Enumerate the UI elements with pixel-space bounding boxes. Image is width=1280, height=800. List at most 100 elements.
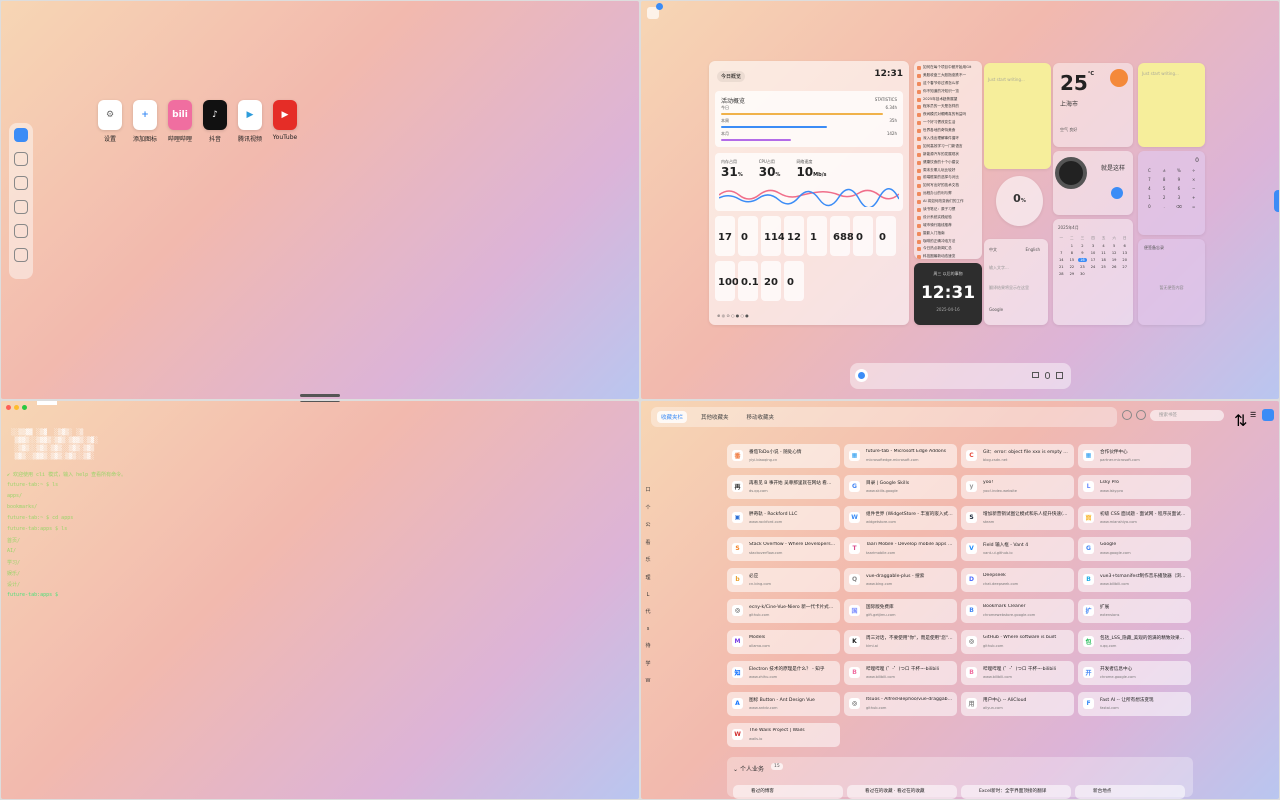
sticky-note-widget[interactable]: Just start writing...	[984, 63, 1051, 169]
personal-card[interactable]: 新台地点	[1075, 785, 1185, 799]
calculator-key[interactable]: 8	[1159, 177, 1170, 182]
calendar-date[interactable]: 14	[1057, 258, 1066, 262]
app-shortcut[interactable]: ▶ 腾讯视频	[238, 100, 262, 143]
calendar-date[interactable]: 25	[1099, 265, 1108, 269]
bilibili-icon[interactable]: bili	[168, 100, 192, 130]
sticky-note-widget-2[interactable]: Just start writing...	[1138, 63, 1205, 147]
calendar-date[interactable]: 22	[1068, 265, 1077, 269]
folder-index-item[interactable]: L	[644, 592, 652, 598]
news-item[interactable]: 城市骑行路线推荐	[914, 222, 982, 230]
bookmark-card[interactable]: W The Wails Project | Wails wails.io	[727, 723, 840, 747]
calendar-date[interactable]: 12	[1110, 251, 1119, 255]
news-item[interactable]: 如何写出好的技术文档	[914, 182, 982, 190]
calendar-date[interactable]: 21	[1057, 265, 1066, 269]
app-shortcut[interactable]: + 添加图标	[133, 100, 157, 143]
calendar-date[interactable]	[1089, 272, 1098, 276]
calendar-date[interactable]: 10	[1089, 251, 1098, 255]
calendar-date[interactable]: 16	[1078, 258, 1087, 262]
building-icon[interactable]	[14, 224, 28, 238]
calculator-key[interactable]: +	[1188, 195, 1199, 200]
bookmark-card[interactable]: ▦ 合作伙伴中心 partner.microsoft.com	[1078, 444, 1191, 468]
calendar-date[interactable]: 23	[1078, 265, 1087, 269]
bookmark-card[interactable]: C Git：error: object file xxx is empty 错误问…	[961, 444, 1074, 468]
calculator-key[interactable]: 6	[1174, 186, 1185, 191]
youtube-icon[interactable]: ▶	[273, 100, 297, 130]
bookmark-card[interactable]: Bvue3+tsmanifest制作音乐播放器（浏览器插... www.bilib…	[1078, 568, 1191, 592]
calendar-date[interactable]: 11	[1099, 251, 1108, 255]
news-item[interactable]: 健康饮食的十个小建议	[914, 159, 982, 167]
sticky-note-placeholder-2[interactable]: Just start writing...	[1138, 63, 1205, 76]
news-item[interactable]: 读书笔记：原子习惯	[914, 206, 982, 214]
app-shortcut[interactable]: bili 哔哩哔哩	[168, 100, 192, 143]
card-icon[interactable]	[14, 200, 28, 214]
app-logo-icon[interactable]	[855, 369, 868, 382]
calendar-date[interactable]: 9	[1078, 251, 1087, 255]
news-item[interactable]: 科技圈最新动态速览	[914, 253, 982, 259]
calculator-key[interactable]: 0	[1144, 204, 1155, 209]
translate-to[interactable]: English	[1026, 247, 1040, 252]
home-indicator-2[interactable]	[300, 401, 340, 402]
calendar-date[interactable]: 6	[1120, 244, 1129, 248]
folder-index-item[interactable]: 代	[644, 608, 652, 615]
bookmark-card[interactable]: y yoo! yoo!.index.website	[961, 475, 1074, 499]
news-item[interactable]: 夜间模式对眼睛真的有益吗	[914, 111, 982, 119]
calculator-key[interactable]: −	[1188, 186, 1199, 191]
news-item[interactable]: 程序员的一天是怎样的	[914, 103, 982, 111]
bookmark-card[interactable]: 国 国际版免费库 gift.getjimu.com	[844, 599, 957, 623]
bookmark-card[interactable]: M Models ollama.com	[727, 630, 840, 654]
calendar-date[interactable]: 29	[1068, 272, 1077, 276]
bookmark-card[interactable]: 再 再看见 B 事开始 吴尊那里就在网站 看到报... ds.qq.com	[727, 475, 840, 499]
calculator-key[interactable]: C	[1144, 168, 1155, 173]
settings-icon[interactable]	[1122, 410, 1132, 420]
bookmark-card[interactable]: B 哔哩哔哩 (゜-゜)つロ 干杯~-bilibili www.bilibili.c…	[844, 661, 957, 685]
grid-icon[interactable]	[1056, 372, 1063, 379]
plus-icon[interactable]: +	[133, 100, 157, 130]
calendar-date[interactable]: 24	[1089, 265, 1098, 269]
news-item[interactable]: 周末去哪儿玩比较好	[914, 167, 982, 175]
bookmark-card[interactable]: A 图标 Button - Ant Design Vue www.antdv.com	[727, 692, 840, 716]
calendar-date[interactable]: 30	[1078, 272, 1087, 276]
play-button[interactable]	[1111, 187, 1123, 199]
calendar-date[interactable]: 2	[1078, 244, 1087, 248]
personal-card[interactable]: Excel新时：全字界面顶接的翻译	[961, 785, 1071, 799]
bookmark-card[interactable]: 开 开发者信息中心 chrome.google.com	[1078, 661, 1191, 685]
bookmark-card[interactable]: ◎ GitHub · Where software is built github.…	[961, 630, 1074, 654]
calculator-key[interactable]: 5	[1159, 186, 1170, 191]
bookmark-card[interactable]: W 组件世界 (WidgetStore - 丰富的嵌入式小组... widgetst…	[844, 506, 957, 530]
app-shortcut[interactable]: ⚙ 设置	[98, 100, 122, 143]
maximize-icon[interactable]	[22, 405, 27, 410]
folder-index-item[interactable]: 乐	[644, 556, 652, 563]
folder-index-item[interactable]: W	[644, 678, 652, 684]
news-item[interactable]: 深入浅出理解事件循环	[914, 135, 982, 143]
calendar-date[interactable]: 26	[1110, 265, 1119, 269]
bottom-search-bar[interactable]	[850, 363, 1071, 389]
bookmark-search-input[interactable]: 搜索书签	[1150, 409, 1224, 421]
bookmark-folder-tab[interactable]: 其他收藏夹	[697, 411, 733, 423]
bookmark-card[interactable]: Qvue-draggable-plus - 搜索 www.bing.com	[844, 568, 957, 592]
bookmark-card[interactable]: G Google www.google.com	[1078, 537, 1191, 561]
personal-card[interactable]: 看过的博客	[733, 785, 843, 799]
calendar-date[interactable]: 27	[1120, 265, 1129, 269]
folder-index-item[interactable]: 待	[644, 642, 652, 649]
news-item[interactable]: 如何在每个项目中都开始用Git	[914, 64, 982, 72]
news-item[interactable]: 新能源汽车的发展现状	[914, 151, 982, 159]
minimize-icon[interactable]	[14, 405, 19, 410]
bookmark-folder-tab[interactable]: 收藏夹栏	[657, 411, 688, 423]
calendar-date[interactable]: 7	[1057, 251, 1066, 255]
bookmark-card[interactable]: ◎ Itsuos - Alfred-Bephoo/vue-draggable-pl…	[844, 692, 957, 716]
calculator-key[interactable]: ±	[1159, 168, 1170, 173]
close-icon[interactable]	[6, 405, 11, 410]
bookmark-card[interactable]: b 必应 cn.bing.com	[727, 568, 840, 592]
bookmark-card[interactable]: L Lsky Pro www.lsky.pro	[1078, 475, 1191, 499]
calendar-date[interactable]: 1	[1068, 244, 1077, 248]
bookmark-card[interactable]: 包 包括_LSS_隐藏_美观的饱满的精致效果... v.qq.com	[1078, 630, 1191, 654]
bookmark-card[interactable]: V Field 输入框 - Vant 4 vant-ui.github.io	[961, 537, 1074, 561]
news-item[interactable]: AI 将如何改变我们的工作	[914, 198, 982, 206]
bookmark-card[interactable]: T Taari Mobile - Develop mobile apps with…	[844, 537, 957, 561]
folder-index-item[interactable]: s	[644, 626, 652, 632]
theme-icon[interactable]	[1136, 410, 1146, 420]
folder-index-item[interactable]: 看	[644, 539, 652, 546]
gear-icon[interactable]: ⚙	[98, 100, 122, 130]
personal-card[interactable]: 看过在的收藏 · 看过在的收藏	[847, 785, 957, 799]
bookmark-card[interactable]: B Bookmark Cleaner chromewebstore.google.c…	[961, 599, 1074, 623]
